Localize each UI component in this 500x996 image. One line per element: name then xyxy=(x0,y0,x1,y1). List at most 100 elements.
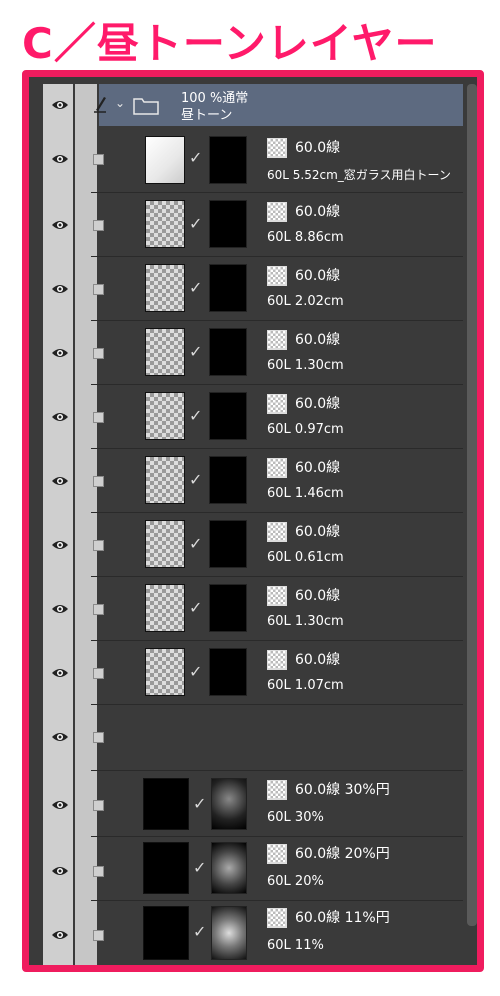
layer-thumbnail xyxy=(145,328,185,376)
layer-subtitle: 60L 1.30cm xyxy=(267,614,344,629)
layer-name: 60.0線 xyxy=(295,524,341,540)
eye-icon[interactable] xyxy=(51,926,69,944)
row-divider xyxy=(91,640,463,641)
empty-layer-row[interactable] xyxy=(43,706,463,770)
layer-thumbnail xyxy=(145,200,185,248)
eye-icon[interactable] xyxy=(51,150,69,168)
layer-thumbnail xyxy=(145,264,185,312)
eye-icon[interactable] xyxy=(51,344,69,362)
screentone-icon xyxy=(267,394,287,414)
layer-row[interactable]: ✓ 60.0線 60L 5.52cm_窓ガラス用白トーン xyxy=(43,128,463,192)
layer-subtitle: 60L 2.02cm xyxy=(267,294,344,309)
layer-panel: ⌄ 100 %通常 昼トーン ✓ 60.0線 60L 5.52cm_窓ガラス用白… xyxy=(22,70,484,972)
layer-thumbnail xyxy=(145,456,185,504)
page-title: C／昼トーンレイヤー xyxy=(22,19,438,68)
row-divider xyxy=(91,512,463,513)
screentone-icon xyxy=(267,908,287,928)
layer-name: 60.0線 xyxy=(295,204,341,220)
layer-lock-checkbox[interactable] xyxy=(93,668,104,679)
layer-subtitle: 60L 30% xyxy=(267,810,324,825)
layer-lock-checkbox[interactable] xyxy=(93,284,104,295)
layer-name: 60.0線 xyxy=(295,396,341,412)
row-divider xyxy=(91,256,463,257)
layer-lock-checkbox[interactable] xyxy=(93,866,104,877)
row-divider xyxy=(91,320,463,321)
layer-lock-checkbox[interactable] xyxy=(93,800,104,811)
pencil-icon[interactable] xyxy=(93,95,107,113)
layer-row[interactable]: ✓ 60.0線 60L 1.07cm xyxy=(43,642,463,704)
eye-icon[interactable] xyxy=(51,664,69,682)
checkmark-icon: ✓ xyxy=(189,598,203,617)
layer-subtitle: 60L 8.86cm xyxy=(267,230,344,245)
layer-mask-thumbnail xyxy=(211,906,247,960)
checkmark-icon: ✓ xyxy=(193,922,207,941)
screentone-icon xyxy=(267,586,287,606)
eye-icon[interactable] xyxy=(51,796,69,814)
layer-name: 60.0線 11%円 xyxy=(295,910,390,926)
layer-mask-thumbnail xyxy=(209,584,247,632)
chevron-down-icon[interactable]: ⌄ xyxy=(115,96,125,110)
screentone-icon xyxy=(267,330,287,350)
scrollbar[interactable] xyxy=(467,84,477,926)
row-divider xyxy=(91,576,463,577)
eye-icon[interactable] xyxy=(51,408,69,426)
layer-lock-checkbox[interactable] xyxy=(93,930,104,941)
eye-icon[interactable] xyxy=(51,600,69,618)
layer-row[interactable]: ✓ 60.0線 11%円 60L 11% xyxy=(43,902,463,965)
layer-mask-thumbnail xyxy=(211,842,247,894)
layer-name: 60.0線 xyxy=(295,652,341,668)
layer-lock-checkbox[interactable] xyxy=(93,348,104,359)
folder-row[interactable]: ⌄ 100 %通常 昼トーン xyxy=(43,84,463,126)
layer-row[interactable]: ✓ 60.0線 60L 1.46cm xyxy=(43,450,463,512)
layer-lock-checkbox[interactable] xyxy=(93,412,104,423)
checkmark-icon: ✓ xyxy=(189,470,203,489)
eye-icon[interactable] xyxy=(51,96,69,114)
checkmark-icon: ✓ xyxy=(189,662,203,681)
row-divider xyxy=(91,384,463,385)
layer-name: 60.0線 xyxy=(295,460,341,476)
eye-icon[interactable] xyxy=(51,280,69,298)
checkmark-icon: ✓ xyxy=(189,342,203,361)
layer-thumbnail xyxy=(143,778,189,830)
layer-row[interactable]: ✓ 60.0線 60L 0.97cm xyxy=(43,386,463,448)
eye-icon[interactable] xyxy=(51,728,69,746)
eye-icon[interactable] xyxy=(51,472,69,490)
eye-icon[interactable] xyxy=(51,862,69,880)
eye-icon[interactable] xyxy=(51,216,69,234)
layer-lock-checkbox[interactable] xyxy=(93,154,104,165)
screentone-icon xyxy=(267,780,287,800)
checkmark-icon: ✓ xyxy=(189,214,203,233)
layer-name: 60.0線 xyxy=(295,268,341,284)
layer-row[interactable]: ✓ 60.0線 20%円 60L 20% xyxy=(43,838,463,900)
layer-lock-checkbox[interactable] xyxy=(93,220,104,231)
layer-subtitle: 60L 20% xyxy=(267,874,324,889)
screentone-icon xyxy=(267,138,287,158)
layer-row[interactable]: ✓ 60.0線 60L 0.61cm xyxy=(43,514,463,576)
checkmark-icon: ✓ xyxy=(189,278,203,297)
layer-subtitle: 60L 0.61cm xyxy=(267,550,344,565)
layer-thumbnail xyxy=(145,136,185,184)
row-divider xyxy=(91,900,463,901)
row-divider xyxy=(91,770,463,771)
layer-name: 60.0線 xyxy=(295,588,341,604)
layer-row[interactable]: ✓ 60.0線 60L 1.30cm xyxy=(43,578,463,640)
layer-lock-checkbox[interactable] xyxy=(93,604,104,615)
layer-row[interactable]: ✓ 60.0線 60L 2.02cm xyxy=(43,258,463,320)
layer-row[interactable]: ✓ 60.0線 30%円 60L 30% xyxy=(43,772,463,836)
layer-row[interactable]: ✓ 60.0線 60L 1.30cm xyxy=(43,322,463,384)
layer-row[interactable]: ✓ 60.0線 60L 8.86cm xyxy=(43,194,463,256)
layer-lock-checkbox[interactable] xyxy=(93,476,104,487)
layer-subtitle: 60L 1.46cm xyxy=(267,486,344,501)
layer-name: 60.0線 xyxy=(295,332,341,348)
layer-lock-checkbox[interactable] xyxy=(93,540,104,551)
layer-subtitle: 60L 0.97cm xyxy=(267,422,344,437)
eye-icon[interactable] xyxy=(51,536,69,554)
layer-subtitle: 60L 5.52cm_窓ガラス用白トーン xyxy=(267,168,451,182)
checkmark-icon: ✓ xyxy=(189,148,203,167)
layer-mask-thumbnail xyxy=(209,392,247,440)
row-divider xyxy=(91,704,463,705)
layer-lock-checkbox[interactable] xyxy=(93,732,104,743)
layer-thumbnail xyxy=(145,520,185,568)
screentone-icon xyxy=(267,650,287,670)
layer-mask-thumbnail xyxy=(209,648,247,696)
